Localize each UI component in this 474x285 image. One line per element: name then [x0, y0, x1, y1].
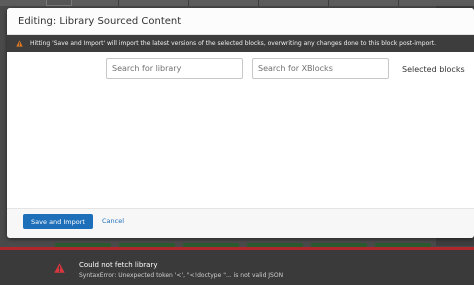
modal-body: Selected blocks [7, 52, 474, 192]
modal-footer: Save and Import Cancel [7, 208, 474, 238]
editor-modal: Editing: Library Sourced Content Hitting… [7, 8, 474, 238]
error-triangle-icon [54, 263, 65, 273]
modal-title: Editing: Library Sourced Content [18, 16, 182, 27]
background-tab [46, 0, 72, 6]
search-library-input[interactable] [106, 58, 243, 79]
topbar-divider [398, 0, 399, 6]
topbar-divider [188, 0, 189, 6]
notification-title: Could not fetch library [79, 261, 158, 269]
selected-blocks-heading: Selected blocks [402, 65, 465, 74]
save-and-import-button[interactable]: Save and Import [23, 214, 93, 229]
modal-header: Editing: Library Sourced Content [7, 8, 474, 35]
search-xblocks-input[interactable] [252, 58, 389, 79]
topbar-divider [118, 0, 119, 6]
import-warning-bar: Hitting 'Save and Import' will import th… [7, 35, 474, 52]
notification-message: SyntaxError: Unexpected token '<', "<!do… [79, 272, 284, 279]
topbar-divider [258, 0, 259, 6]
cancel-button[interactable]: Cancel [102, 217, 124, 225]
topbar-divider [328, 0, 329, 6]
warning-text: Hitting 'Save and Import' will import th… [30, 40, 436, 47]
error-notification: Could not fetch library SyntaxError: Une… [0, 247, 474, 285]
warning-triangle-icon [16, 40, 23, 47]
